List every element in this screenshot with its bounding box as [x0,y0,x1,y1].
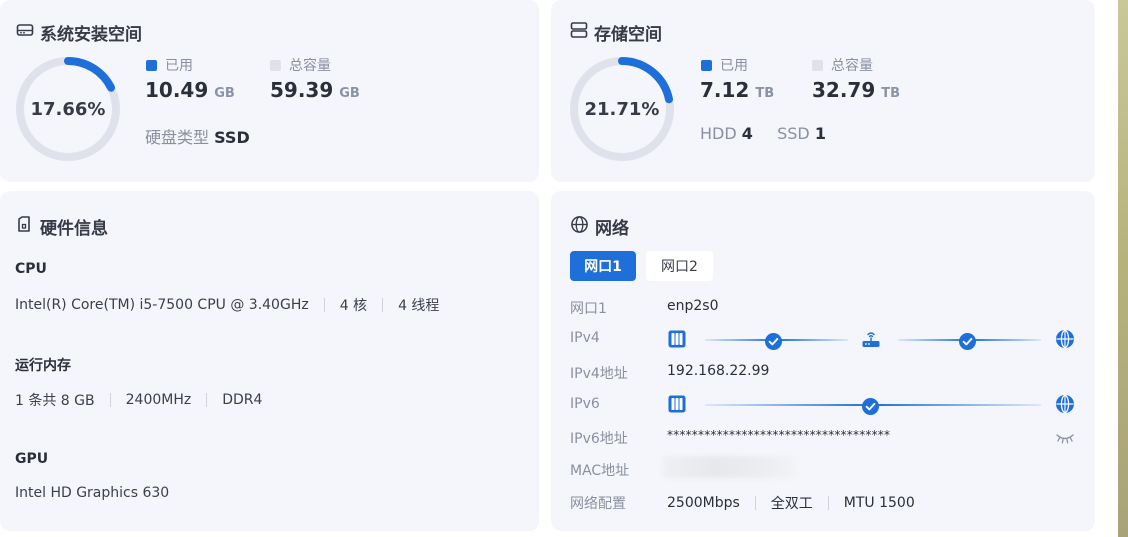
port-value: enp2s0 [667,298,719,314]
storage-percent: 21.71% [584,98,660,120]
tab-port-1[interactable]: 网口1 [570,251,636,281]
storage-used-unit: TB [755,86,775,101]
system-storage-title-text: 系统安装空间 [40,25,142,45]
disk-type: 硬盘类型 SSD [145,124,250,148]
hardware-card [0,191,539,531]
cpu-label: CPU [15,261,47,277]
used-label: 已用 [720,58,748,74]
divider [206,393,208,407]
duplex-mode: 全双工 [770,496,813,512]
network-title-text: 网络 [595,219,629,239]
mtu: MTU 1500 [843,495,915,511]
system-total-unit: GB [339,86,360,101]
system-storage-title: 系统安装空间 [16,20,142,45]
storage-total-number: 32.79 [812,78,876,102]
router-icon [861,329,881,353]
network-title: 网络 [570,214,629,239]
total-label: 总容量 [289,58,331,74]
hard-drive-icon [16,21,34,44]
memory-sticks: 1 条共 8 GB [15,393,95,409]
total-swatch [812,59,823,71]
cpu-threads: 4 线程 [398,298,440,314]
internet-globe-icon [1055,329,1075,353]
ssd-label: SSD [777,124,810,143]
port-label: 网口1 [570,301,607,317]
gpu-model: Intel HD Graphics 630 [15,485,170,501]
ipv4-address-value: 192.168.22.99 [667,363,770,379]
storage-used-legend: 已用 [701,55,748,75]
storage-used-number: 7.12 [700,78,750,102]
disk-type-value: SSD [214,128,250,147]
ipv4-wan-check-icon [959,333,976,354]
ipv6-label: IPv6 [570,396,600,412]
nic-icon [667,329,687,353]
network-card [551,191,1095,531]
storage-icon [570,21,588,44]
storage-used-value: 7.12 TB [700,78,774,102]
hardware-title-text: 硬件信息 [40,219,108,239]
ipv4-link-check-icon [765,333,782,354]
system-used-legend: 已用 [146,55,193,75]
disk-counts: HDD 4 SSD 1 [700,124,826,143]
internet-globe-icon [1055,394,1075,418]
tab-port-2[interactable]: 网口2 [646,251,713,281]
system-total-value: 59.39 GB [270,78,360,102]
storage-total-unit: TB [881,86,901,101]
divider [382,298,384,312]
divider [754,496,756,510]
used-label: 已用 [165,58,193,74]
storage-title-text: 存储空间 [594,25,662,45]
cpu-model: Intel(R) Core(TM) i5-7500 CPU @ 3.40GHz [15,297,309,313]
memory-info: 1 条共 8 GB 2400MHz DDR4 [15,390,262,410]
used-swatch [146,59,157,71]
ipv6-address-label: IPv6地址 [570,431,628,447]
used-swatch [701,59,712,71]
gpu-label: GPU [15,451,49,467]
ipv4-label: IPv4 [570,330,600,346]
hdd-count: 4 [741,124,753,143]
link-speed: 2500Mbps [667,495,740,511]
system-used-value: 10.49 GB [145,78,235,102]
nic-icon [667,394,687,418]
network-config-label: 网络配置 [570,496,626,512]
disk-type-label: 硬盘类型 [145,128,210,147]
storage-title: 存储空间 [570,20,662,45]
ipv6-check-icon [862,398,879,419]
ipv6-address-value: ************************************ [667,428,891,442]
cpu-info: Intel(R) Core(TM) i5-7500 CPU @ 3.40GHz … [15,295,439,315]
storage-total-legend: 总容量 [812,55,873,75]
divider [323,298,325,312]
system-total-legend: 总容量 [270,55,331,75]
ipv4-address-label: IPv4地址 [570,366,628,382]
system-used-unit: GB [214,86,235,101]
network-config-value: 2500Mbps 全双工 MTU 1500 [667,493,915,513]
eye-closed-icon[interactable] [1055,430,1075,449]
divider [827,496,829,510]
hdd-label: HDD [700,124,737,143]
hardware-title: 硬件信息 [16,214,108,239]
mac-address-label: MAC地址 [570,463,630,479]
mac-address-redacted [662,456,796,478]
system-used-number: 10.49 [145,78,209,102]
memory-type: DDR4 [222,392,263,408]
system-total-number: 59.39 [270,78,334,102]
gpu-info: Intel HD Graphics 630 [15,485,169,501]
memory-label: 运行内存 [15,358,71,374]
total-swatch [270,59,281,71]
storage-total-value: 32.79 TB [812,78,900,102]
ssd-count: 1 [814,124,826,143]
cpu-cores: 4 核 [339,298,368,314]
globe-icon [570,215,589,239]
system-storage-percent: 17.66% [30,98,106,120]
total-label: 总容量 [831,58,873,74]
divider [109,393,111,407]
window-edge [1118,0,1128,537]
hardware-icon [16,215,34,238]
memory-speed: 2400MHz [125,392,192,408]
